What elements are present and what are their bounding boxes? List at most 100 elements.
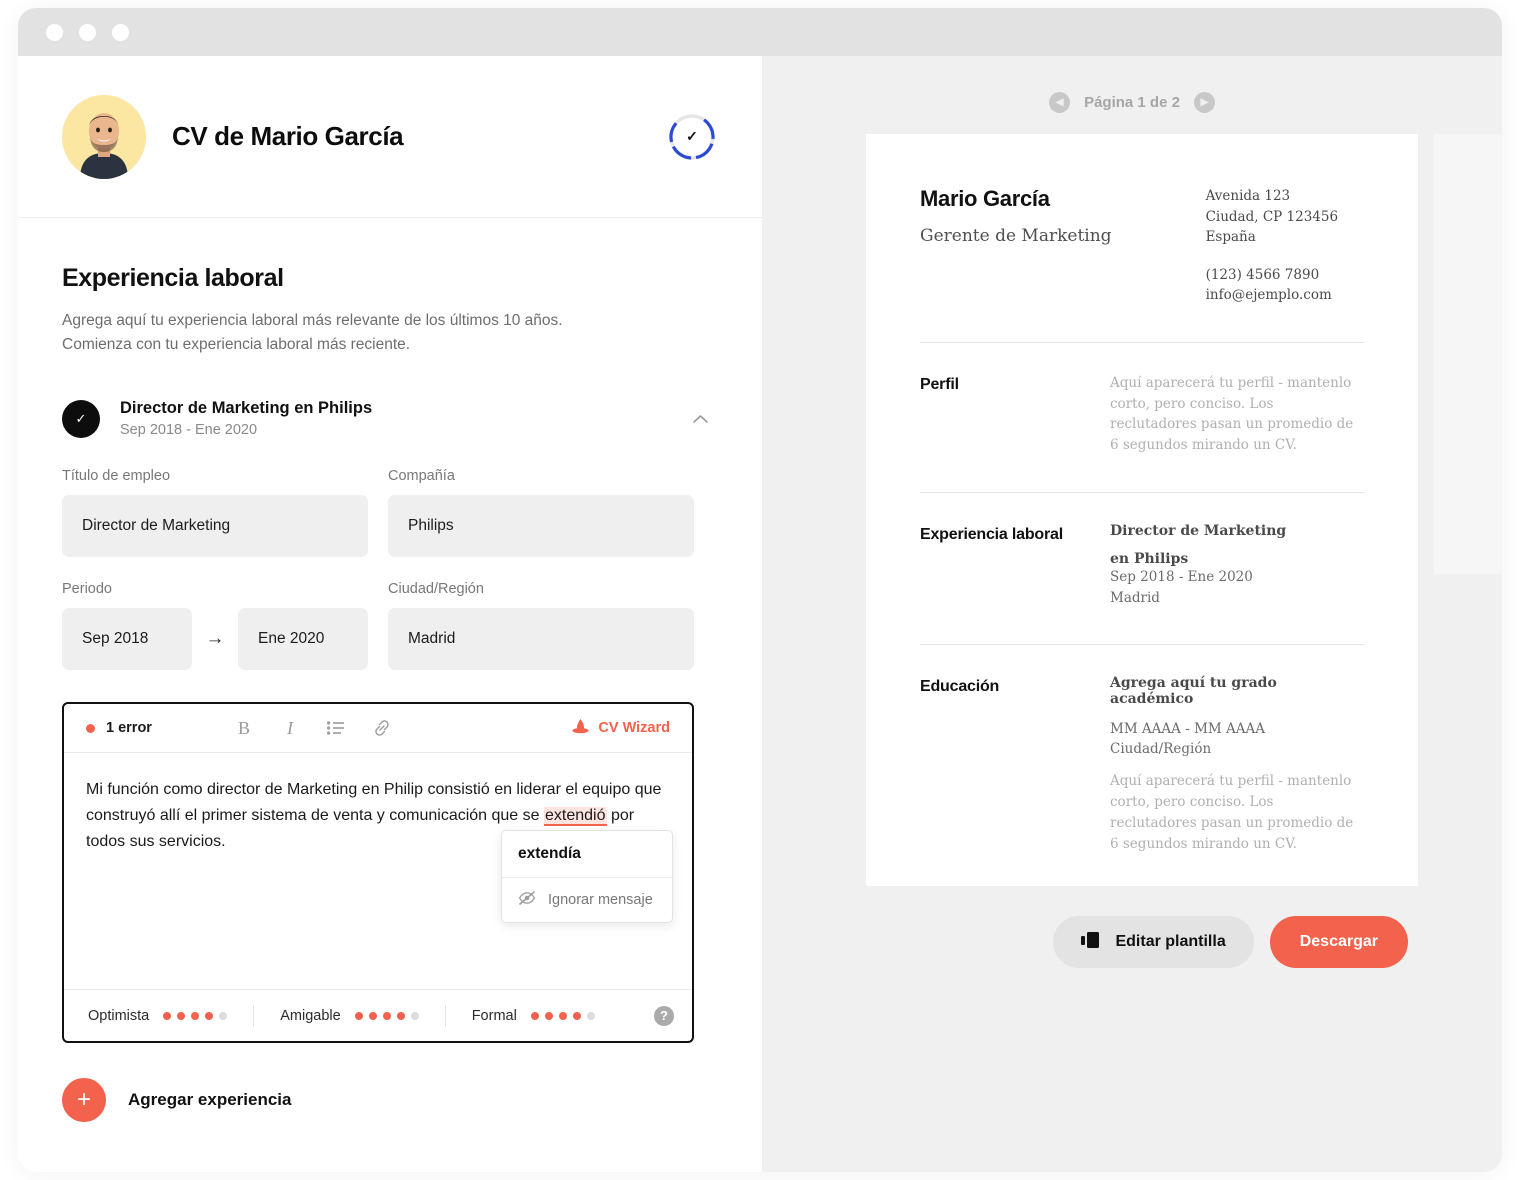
period-end-input[interactable]: Ene 2020 [238, 608, 368, 671]
experience-entry-header[interactable]: ✓ Director de Marketing en Philips Sep 2… [62, 399, 716, 438]
cv-wizard-button[interactable]: CV Wizard [571, 718, 670, 739]
app-body: CV de Mario García ✓ Experiencia laboral… [18, 56, 1502, 1172]
bullet-list-icon[interactable] [326, 718, 346, 738]
app-window: CV de Mario García ✓ Experiencia laboral… [18, 8, 1502, 1172]
job-title-field: Título de empleo Director de Marketing [62, 468, 368, 558]
ignore-message-label: Ignorar mensaje [548, 892, 653, 909]
bold-icon[interactable]: B [234, 718, 254, 738]
divider [253, 1004, 255, 1027]
tone-dots [530, 1011, 595, 1020]
cv-address-line1: Avenida 123 [1205, 188, 1291, 204]
tone-dots [354, 1011, 419, 1020]
tone-optimista: Optimista [88, 1008, 228, 1024]
experience-entry-title: Director de Marketing en Philips [120, 399, 373, 418]
page-navigation: ◀ Página 1 de 2 ▶ [762, 92, 1502, 113]
company-label: Compañía [388, 468, 455, 485]
cv-name: Mario García [920, 186, 1050, 211]
experience-entry-text: Director de Marketing en Philips Sep 201… [120, 399, 372, 438]
cv-education-degree: Agrega aquí tu grado académico [1110, 674, 1277, 707]
chevron-up-icon[interactable] [685, 405, 716, 432]
company-input[interactable]: Philips [388, 495, 694, 558]
experience-section: Experiencia laboral Agrega aquí tu exper… [18, 218, 762, 1172]
job-title-input[interactable]: Director de Marketing [62, 495, 368, 558]
cv-header: CV de Mario García ✓ [18, 56, 762, 218]
period-label: Periodo [62, 581, 112, 598]
minimize-button[interactable] [79, 23, 96, 41]
error-count-label: 1 error [106, 720, 152, 737]
cv-preview-page-2[interactable] [1434, 134, 1502, 574]
section-description-line2: Comienza con tu experiencia laboral más … [62, 336, 411, 354]
cv-education-city: Ciudad/Región [1110, 741, 1212, 758]
download-button[interactable]: Descargar [1269, 916, 1408, 968]
cv-experience-section: Experiencia laboral Director de Marketin… [920, 493, 1364, 608]
page-title: CV de Mario García [172, 121, 404, 151]
page-indicator-label: Página 1 de 2 [1084, 94, 1180, 111]
template-icon [1081, 931, 1101, 954]
cv-address-line2: Ciudad, CP 123456 [1205, 208, 1339, 225]
cv-education-description: Aquí aparecerá tu perfil - mantenlo cort… [1110, 773, 1354, 853]
maximize-button[interactable] [112, 23, 129, 41]
spellcheck-popup: extendía Ignorar mensaje [501, 830, 673, 924]
chevron-right-icon[interactable]: ▶ [1193, 92, 1215, 113]
preview-action-buttons: Editar plantilla Descargar [1053, 916, 1408, 968]
cv-role: Gerente de Marketing [920, 226, 1112, 246]
cv-preview-page-1[interactable]: Mario García Gerente de Marketing Avenid… [866, 134, 1418, 886]
check-icon: ✓ [62, 399, 100, 438]
spelling-error-word[interactable]: extendió [544, 806, 607, 826]
download-label: Descargar [1299, 933, 1378, 950]
preview-panel: ◀ Página 1 de 2 ▶ Mario García Gerente d… [762, 56, 1502, 1172]
cv-profile-placeholder: Aquí aparecerá tu perfil - mantenlo cort… [1110, 374, 1354, 454]
wizard-hat-icon [571, 718, 590, 739]
cv-experience-label: Experiencia laboral [920, 526, 1063, 544]
chevron-left-icon[interactable]: ◀ [1049, 92, 1071, 113]
tone-label: Formal [471, 1007, 517, 1024]
completion-progress[interactable]: ✓ [668, 113, 716, 161]
cv-education-content: Agrega aquí tu grado académico MM AAAA -… [1110, 675, 1364, 855]
avatar [62, 94, 146, 179]
editor-toolbar: 1 error B I CV Wizard [64, 704, 692, 754]
cv-experience-city: Madrid [1110, 589, 1160, 606]
arrow-right-icon: → [205, 628, 225, 650]
cv-education-label: Educación [920, 677, 1000, 695]
add-experience-label: Agregar experiencia [128, 1090, 292, 1110]
cv-address-line3: España [1205, 229, 1256, 246]
traffic-lights [46, 23, 129, 41]
tone-formal: Formal [472, 1008, 595, 1024]
cv-contact-details: Avenida 123 Ciudad, CP 123456 España (12… [1206, 186, 1339, 306]
period-row: Sep 2018 → Ene 2020 [62, 608, 368, 671]
period-field: Periodo Sep 2018 → Ene 2020 [62, 581, 368, 671]
add-experience-button[interactable]: + Agregar experiencia [62, 1078, 716, 1172]
cv-email: info@ejemplo.com [1205, 287, 1332, 304]
tone-dots [163, 1011, 228, 1020]
spellcheck-suggestion[interactable]: extendía [502, 831, 672, 879]
section-title: Experiencia laboral [62, 264, 284, 292]
divider [444, 1004, 446, 1027]
cv-experience-content: Director de Marketing en Philips Sep 201… [1110, 523, 1364, 608]
question-mark-icon[interactable]: ? [654, 1005, 674, 1026]
cv-education-period: MM AAAA - MM AAAA [1110, 720, 1266, 737]
cv-identity: Mario García Gerente de Marketing [920, 186, 1112, 306]
error-count-badge[interactable]: 1 error [86, 720, 152, 736]
city-input[interactable]: Madrid [388, 608, 694, 671]
italic-icon[interactable]: I [280, 718, 300, 738]
editor-panel: CV de Mario García ✓ Experiencia laboral… [18, 56, 762, 1172]
plus-icon: + [62, 1078, 106, 1123]
cv-experience-period: Sep 2018 - Ene 2020 [1110, 569, 1253, 586]
cv-profile-content: Aquí aparecerá tu perfil - mantenlo cort… [1110, 373, 1364, 457]
rich-text-editor: 1 error B I CV Wizard Mi función como di… [62, 702, 694, 1044]
cv-education-section: Educación Agrega aquí tu grado académico… [920, 645, 1364, 855]
edit-template-button[interactable]: Editar plantilla [1053, 916, 1254, 968]
period-start-input[interactable]: Sep 2018 [62, 608, 192, 671]
experience-fields: Título de empleo Director de Marketing C… [62, 468, 716, 694]
formatting-tools: B I [234, 718, 392, 738]
city-field: Ciudad/Región Madrid [388, 581, 694, 671]
section-description: Agrega aquí tu experiencia laboral más r… [62, 309, 716, 357]
section-description-line1: Agrega aquí tu experiencia laboral más r… [62, 312, 563, 329]
cv-contact-header: Mario García Gerente de Marketing Avenid… [920, 186, 1364, 306]
close-button[interactable] [46, 23, 63, 41]
experience-entry-subtitle: Sep 2018 - Ene 2020 [120, 422, 258, 439]
tone-label: Amigable [280, 1007, 341, 1024]
ignore-message-button[interactable]: Ignorar mensaje [502, 878, 672, 922]
check-icon: ✓ [686, 128, 698, 144]
link-icon[interactable] [372, 718, 392, 738]
